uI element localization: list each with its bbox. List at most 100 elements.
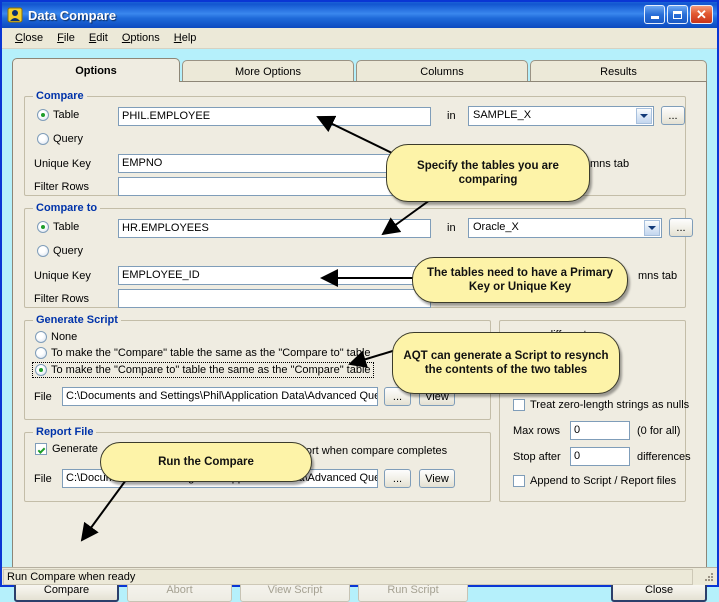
script-browse-label: ... [392, 390, 403, 403]
report-view-button[interactable]: View [419, 469, 455, 488]
compare-browse-label: ... [668, 109, 678, 122]
callout-primary-key-text: The tables need to have a Primary Key or… [427, 267, 613, 293]
compare-to-group-title: Compare to [33, 202, 101, 214]
tab-options[interactable]: Options [12, 58, 180, 82]
report-generate-checkbox[interactable]: Generate [35, 443, 98, 455]
radio-dot-icon [35, 331, 47, 343]
compare-table-value: PHIL.EMPLOYEE [122, 110, 211, 122]
window-title: Data Compare [28, 7, 117, 23]
append-files-label: Append to Script / Report files [530, 475, 677, 487]
script-option-none-label: None [51, 331, 78, 343]
abort-button-label: Abort [166, 583, 193, 596]
zero-length-nulls-checkbox[interactable]: Treat zero-length strings as nulls [513, 399, 689, 411]
close-icon[interactable]: ✕ [690, 5, 713, 24]
compare-to-unique-key-input[interactable]: EMPLOYEE_ID [118, 266, 431, 285]
menu-item-edit[interactable]: Edit [82, 30, 115, 46]
callout-aqt-script-text: AQT can generate a Script to resynch the… [403, 350, 609, 376]
tab-options-label: Options [75, 64, 117, 77]
chevron-down-icon[interactable] [636, 108, 652, 124]
compare-to-filter-rows-input[interactable] [118, 289, 431, 308]
compare-connection-select[interactable]: SAMPLE_X [468, 106, 654, 126]
data-compare-window: Data Compare ✕ CCloselose File Edit Opti… [0, 0, 719, 602]
compare-to-filter-rows-label: Filter Rows [34, 293, 90, 305]
script-file-label: File [34, 391, 52, 403]
tab-strip: Options More Options Columns Results [12, 58, 707, 82]
compare-query-radio-label: Query [53, 133, 83, 145]
compare-button-label: Compare [43, 583, 90, 596]
radio-dot-icon [35, 364, 47, 376]
callout-primary-key: The tables need to have a Primary Key or… [412, 257, 628, 303]
status-message: Run Compare when ready [3, 568, 693, 585]
compare-to-unique-key-label: Unique Key [34, 270, 91, 282]
compare-table-input[interactable]: PHIL.EMPLOYEE [118, 107, 431, 126]
script-option-none[interactable]: None [35, 331, 77, 343]
compare-to-table-value: HR.EMPLOYEES [122, 222, 209, 234]
compare-to-browse-label: ... [676, 221, 686, 234]
compare-to-table-input[interactable]: HR.EMPLOYEES [118, 219, 431, 238]
compare-to-columns-hint: mns tab [638, 270, 678, 282]
menu-item-help[interactable]: Help [167, 30, 204, 46]
report-show-hint: report when compare completes [290, 445, 448, 457]
tab-results[interactable]: Results [530, 60, 707, 82]
compare-to-query-radio[interactable]: Query [37, 245, 83, 257]
max-rows-label: Max rows [513, 425, 561, 437]
run-script-button-label: Run Script [387, 583, 439, 596]
chevron-down-icon[interactable] [644, 220, 660, 236]
compare-filter-rows-label: Filter Rows [34, 181, 90, 193]
script-file-input[interactable]: C:\Documents and Settings\Phil\Applicati… [62, 387, 378, 406]
append-files-checkbox[interactable]: Append to Script / Report files [513, 475, 676, 487]
radio-dot-icon [35, 347, 47, 359]
minimize-button[interactable] [644, 5, 665, 24]
report-generate-label: Generate [52, 443, 98, 455]
compare-to-connection-select[interactable]: Oracle_X [468, 218, 662, 238]
stop-after-input[interactable]: 0 [570, 447, 630, 466]
compare-to-table-radio[interactable]: Table [37, 221, 79, 233]
compare-table-radio[interactable]: Table [37, 109, 79, 121]
report-browse-label: ... [392, 472, 403, 485]
compare-unique-key-input[interactable]: EMPNO [118, 154, 431, 173]
options-panel: Compare Table PHIL.EMPLOYEE in SAMPLE_X … [12, 81, 707, 571]
menu-item-close[interactable]: CCloselose [8, 30, 50, 46]
tab-columns[interactable]: Columns [356, 60, 528, 82]
max-rows-input[interactable]: 0 [570, 421, 630, 440]
checkbox-icon [35, 443, 47, 455]
compare-query-radio[interactable]: Query [37, 133, 83, 145]
compare-unique-key-label: Unique Key [34, 158, 91, 170]
callout-aqt-script: AQT can generate a Script to resynch the… [392, 332, 620, 394]
script-option-compare-to-as-compare[interactable]: To make the "Compare to" table the same … [32, 362, 374, 378]
compare-group-title: Compare [33, 90, 87, 102]
tab-results-label: Results [600, 65, 637, 78]
compare-to-browse-button[interactable]: ... [669, 218, 693, 237]
callout-specify-tables: Specify the tables you are comparing [386, 144, 590, 202]
script-option-compare-as-compare-to-label: To make the "Compare" table the same as … [51, 347, 371, 359]
compare-filter-rows-input[interactable] [118, 177, 431, 196]
radio-dot-icon [37, 133, 49, 145]
compare-to-table-radio-label: Table [53, 221, 80, 233]
radio-dot-icon [37, 109, 49, 121]
checkbox-icon [513, 475, 525, 487]
compare-connection-value: SAMPLE_X [473, 109, 532, 121]
title-bar: Data Compare ✕ [2, 2, 717, 28]
script-option-compare-as-compare-to[interactable]: To make the "Compare" table the same as … [35, 347, 371, 359]
tab-more-options[interactable]: More Options [182, 60, 354, 82]
menu-item-options[interactable]: Options [115, 30, 167, 46]
compare-to-query-radio-label: Query [53, 245, 83, 257]
callout-run-compare-text: Run the Compare [158, 456, 254, 468]
compare-browse-button[interactable]: ... [661, 106, 685, 125]
compare-table-radio-label: Table [53, 109, 80, 121]
radio-dot-icon [37, 245, 49, 257]
tab-columns-label: Columns [420, 65, 464, 78]
generate-script-group-title: Generate Script [33, 314, 121, 326]
report-browse-button[interactable]: ... [384, 469, 411, 488]
report-file-label: File [34, 473, 52, 485]
status-bar: Run Compare when ready [2, 567, 717, 585]
resize-grip-icon[interactable] [703, 571, 715, 583]
checkbox-icon [513, 399, 525, 411]
menu-item-file[interactable]: File [50, 30, 82, 46]
callout-run-compare: Run the Compare [100, 442, 312, 482]
stop-after-value: 0 [574, 450, 581, 462]
tab-more-options-label: More Options [234, 65, 302, 78]
script-file-value: C:\Documents and Settings\Phil\Applicati… [66, 390, 378, 402]
max-rows-hint: (0 for all) [637, 425, 681, 437]
maximize-button[interactable] [667, 5, 688, 24]
